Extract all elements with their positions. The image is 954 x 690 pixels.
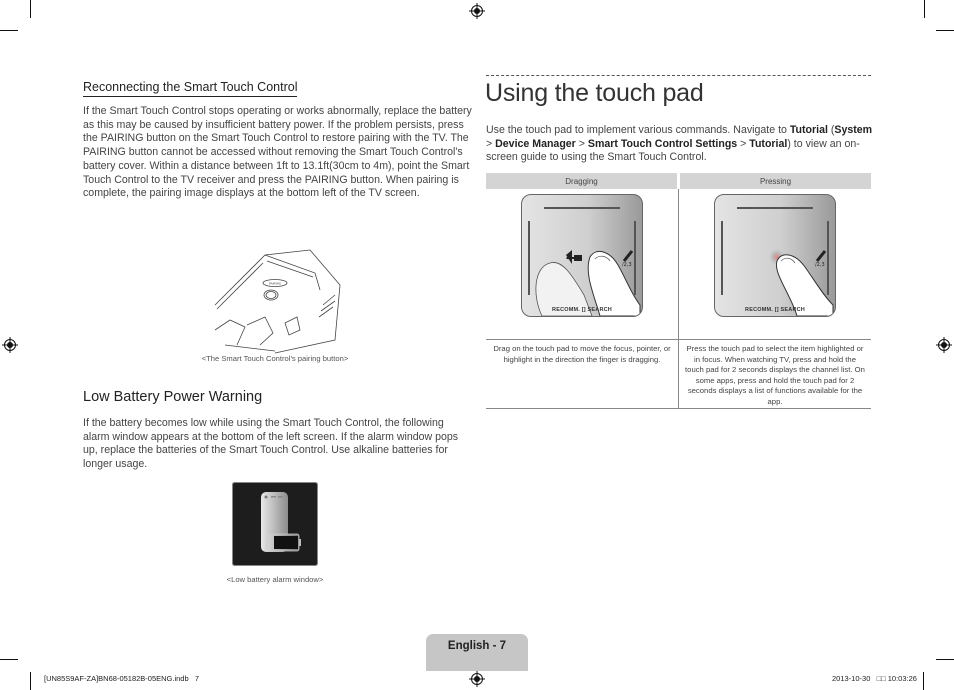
- menu-path-tutorial: Tutorial: [789, 124, 828, 136]
- registration-mark-icon: [2, 337, 18, 353]
- crop-mark: [923, 672, 924, 690]
- touch-pad-gestures-table: Dragging Pressing /2,3 RECOMM. [] SEARCH…: [486, 173, 871, 409]
- reconnecting-paragraph: If the Smart Touch Control stops operati…: [83, 105, 472, 200]
- touch-pad-intro: Use the touch pad to implement various c…: [486, 124, 876, 165]
- section-divider: [486, 75, 871, 76]
- section-title-reconnecting: Reconnecting the Smart Touch Control: [83, 80, 298, 97]
- low-battery-alarm-window: [232, 482, 318, 566]
- menu-path-device-manager: Device Manager: [495, 137, 576, 150]
- touch-pad-dragging-illustration: /2,3 RECOMM. [] SEARCH: [521, 194, 643, 317]
- crop-mark: [936, 659, 954, 660]
- menu-path-separator: >: [486, 137, 496, 150]
- crop-mark: [0, 30, 18, 31]
- crop-mark: [936, 30, 954, 31]
- heading-low-battery: Low Battery Power Warning: [83, 389, 263, 405]
- crop-mark: [30, 672, 31, 690]
- registration-mark-icon: [469, 671, 485, 687]
- crop-mark: [0, 659, 18, 660]
- column-header-dragging: Dragging: [486, 173, 679, 189]
- column-header-pressing: Pressing: [677, 173, 871, 189]
- menu-path-tutorial: Tutorial: [749, 137, 788, 150]
- dragging-illustration-cell: /2,3 RECOMM. [] SEARCH: [486, 189, 679, 340]
- registration-mark-icon: [936, 337, 952, 353]
- crop-mark: [924, 0, 925, 18]
- pressing-description: Press the touch pad to select the item h…: [678, 339, 871, 409]
- pad-button-labels: RECOMM. [] SEARCH: [745, 307, 805, 313]
- intro-text: Use the touch pad to implement various c…: [486, 124, 790, 136]
- registration-mark-icon: [469, 3, 485, 19]
- pairing-button-illustration: PAIRING: [214, 249, 341, 354]
- touch-pad-pressing-illustration: /2,3 RECOMM. [] SEARCH: [714, 194, 836, 317]
- pad-button-labels: RECOMM. [] SEARCH: [552, 307, 612, 313]
- menu-path-system: System: [834, 124, 873, 136]
- dragging-description: Drag on the touch pad to move the focus,…: [486, 339, 679, 409]
- file-info: [UN85S9AF-ZA]BN68-05182B-05ENG.indb 7: [44, 674, 200, 683]
- svg-text:/2,3: /2,3: [815, 262, 825, 268]
- pressing-finger-icon: /2,3: [768, 248, 834, 316]
- svg-text:/2,3: /2,3: [622, 262, 632, 268]
- remote-battery-icon: [261, 492, 301, 552]
- page-title: Using the touch pad: [485, 79, 704, 107]
- menu-path-separator: >: [575, 137, 588, 150]
- low-battery-paragraph: If the battery becomes low while using t…: [83, 417, 459, 471]
- page-number-tab: English - 7: [426, 634, 528, 671]
- alarm-figure-caption: <Low battery alarm window>: [226, 575, 324, 584]
- dragging-finger-icon: /2,3: [535, 250, 641, 316]
- menu-path-separator: >: [737, 137, 750, 150]
- menu-path-settings: Smart Touch Control Settings: [587, 137, 738, 150]
- pressing-illustration-cell: /2,3 RECOMM. [] SEARCH: [678, 189, 871, 340]
- svg-text:PAIRING: PAIRING: [269, 282, 282, 286]
- crop-mark: [30, 0, 31, 18]
- print-timestamp: 2013-10-30 □□ 10:03:26: [832, 674, 917, 683]
- pairing-figure-caption: <The Smart Touch Control's pairing butto…: [201, 354, 349, 363]
